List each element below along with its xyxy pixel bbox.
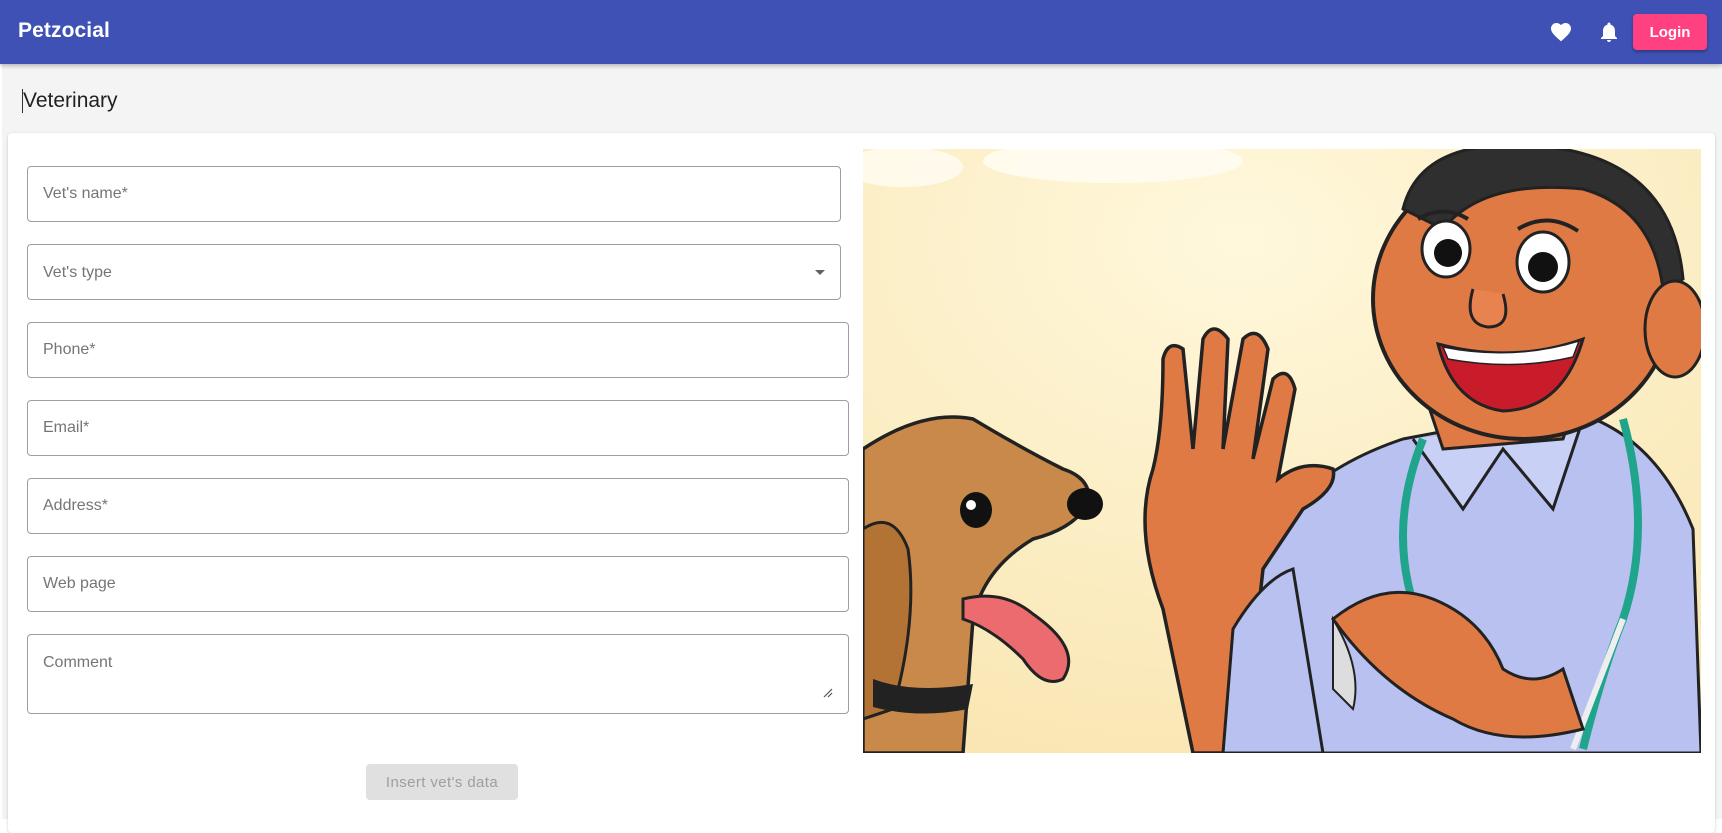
comment-field[interactable]: [27, 634, 849, 714]
phone-input[interactable]: [28, 323, 848, 377]
vet-name-input[interactable]: [28, 167, 840, 221]
address-input[interactable]: [28, 479, 848, 533]
vet-type-label: Vet's type: [43, 264, 112, 281]
insert-vet-data-button[interactable]: Insert vet's data: [366, 764, 518, 800]
vet-with-dog-illustration: [863, 149, 1701, 753]
vet-type-select[interactable]: Vet's type: [27, 244, 841, 300]
login-button[interactable]: Login: [1633, 14, 1707, 50]
web-page-input[interactable]: [28, 557, 848, 611]
address-field[interactable]: [27, 478, 849, 534]
page-title: Veterinary: [22, 89, 118, 113]
top-app-bar: Petzocial Login: [0, 0, 1722, 64]
heart-icon[interactable]: [1549, 20, 1573, 44]
phone-field[interactable]: [27, 322, 849, 378]
email-field[interactable]: [27, 400, 849, 456]
resize-handle-icon[interactable]: [823, 688, 833, 698]
app-title[interactable]: Petzocial: [18, 19, 110, 43]
email-input[interactable]: [28, 401, 848, 455]
web-page-field[interactable]: [27, 556, 849, 612]
comment-textarea[interactable]: [28, 635, 848, 713]
vet-name-field[interactable]: [27, 166, 841, 222]
bell-icon[interactable]: [1597, 20, 1621, 44]
dropdown-arrow-icon[interactable]: [815, 270, 825, 275]
